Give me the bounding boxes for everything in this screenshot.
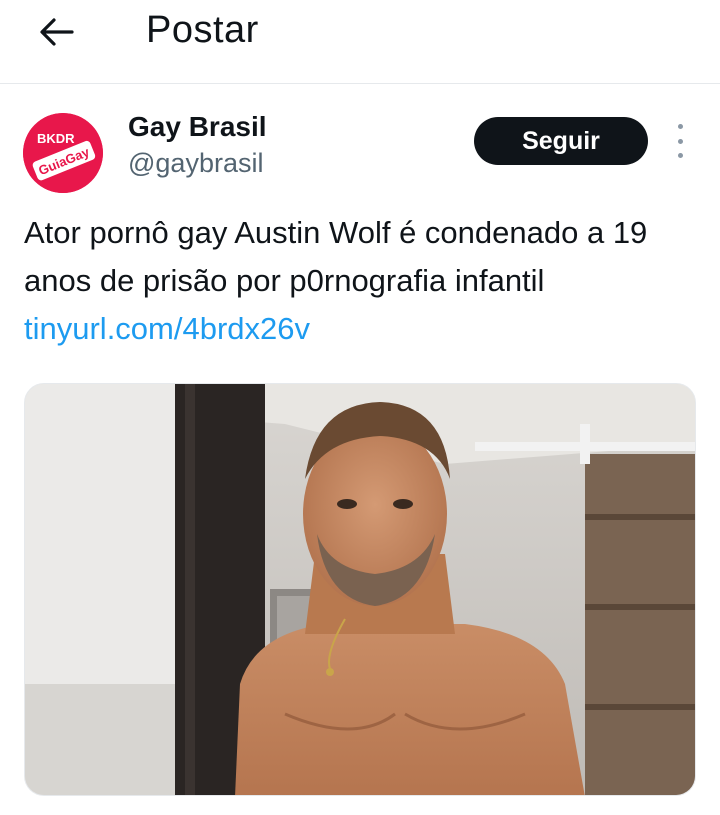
page-title: Postar: [146, 9, 259, 51]
more-options-button[interactable]: [666, 124, 694, 158]
post-body: Ator pornô gay Austin Wolf é condenado a…: [24, 215, 648, 298]
follow-button[interactable]: Seguir: [474, 117, 648, 165]
photo: [25, 384, 695, 795]
author-name[interactable]: Gay Brasil: [128, 111, 267, 143]
svg-text:BKDR: BKDR: [37, 131, 75, 146]
post-link[interactable]: tinyurl.com/4brdx26v: [24, 311, 310, 346]
author-handle[interactable]: @gaybrasil: [128, 148, 263, 179]
back-button[interactable]: [32, 12, 80, 52]
more-vertical-icon: [677, 124, 683, 129]
avatar[interactable]: BKDR GuiaGay: [23, 113, 103, 193]
top-bar: Postar: [0, 0, 720, 84]
brand-logo: BKDR GuiaGay: [23, 113, 103, 193]
arrow-left-icon: [40, 18, 74, 46]
post-text: Ator pornô gay Austin Wolf é condenado a…: [24, 209, 704, 353]
post-image[interactable]: [24, 383, 696, 796]
